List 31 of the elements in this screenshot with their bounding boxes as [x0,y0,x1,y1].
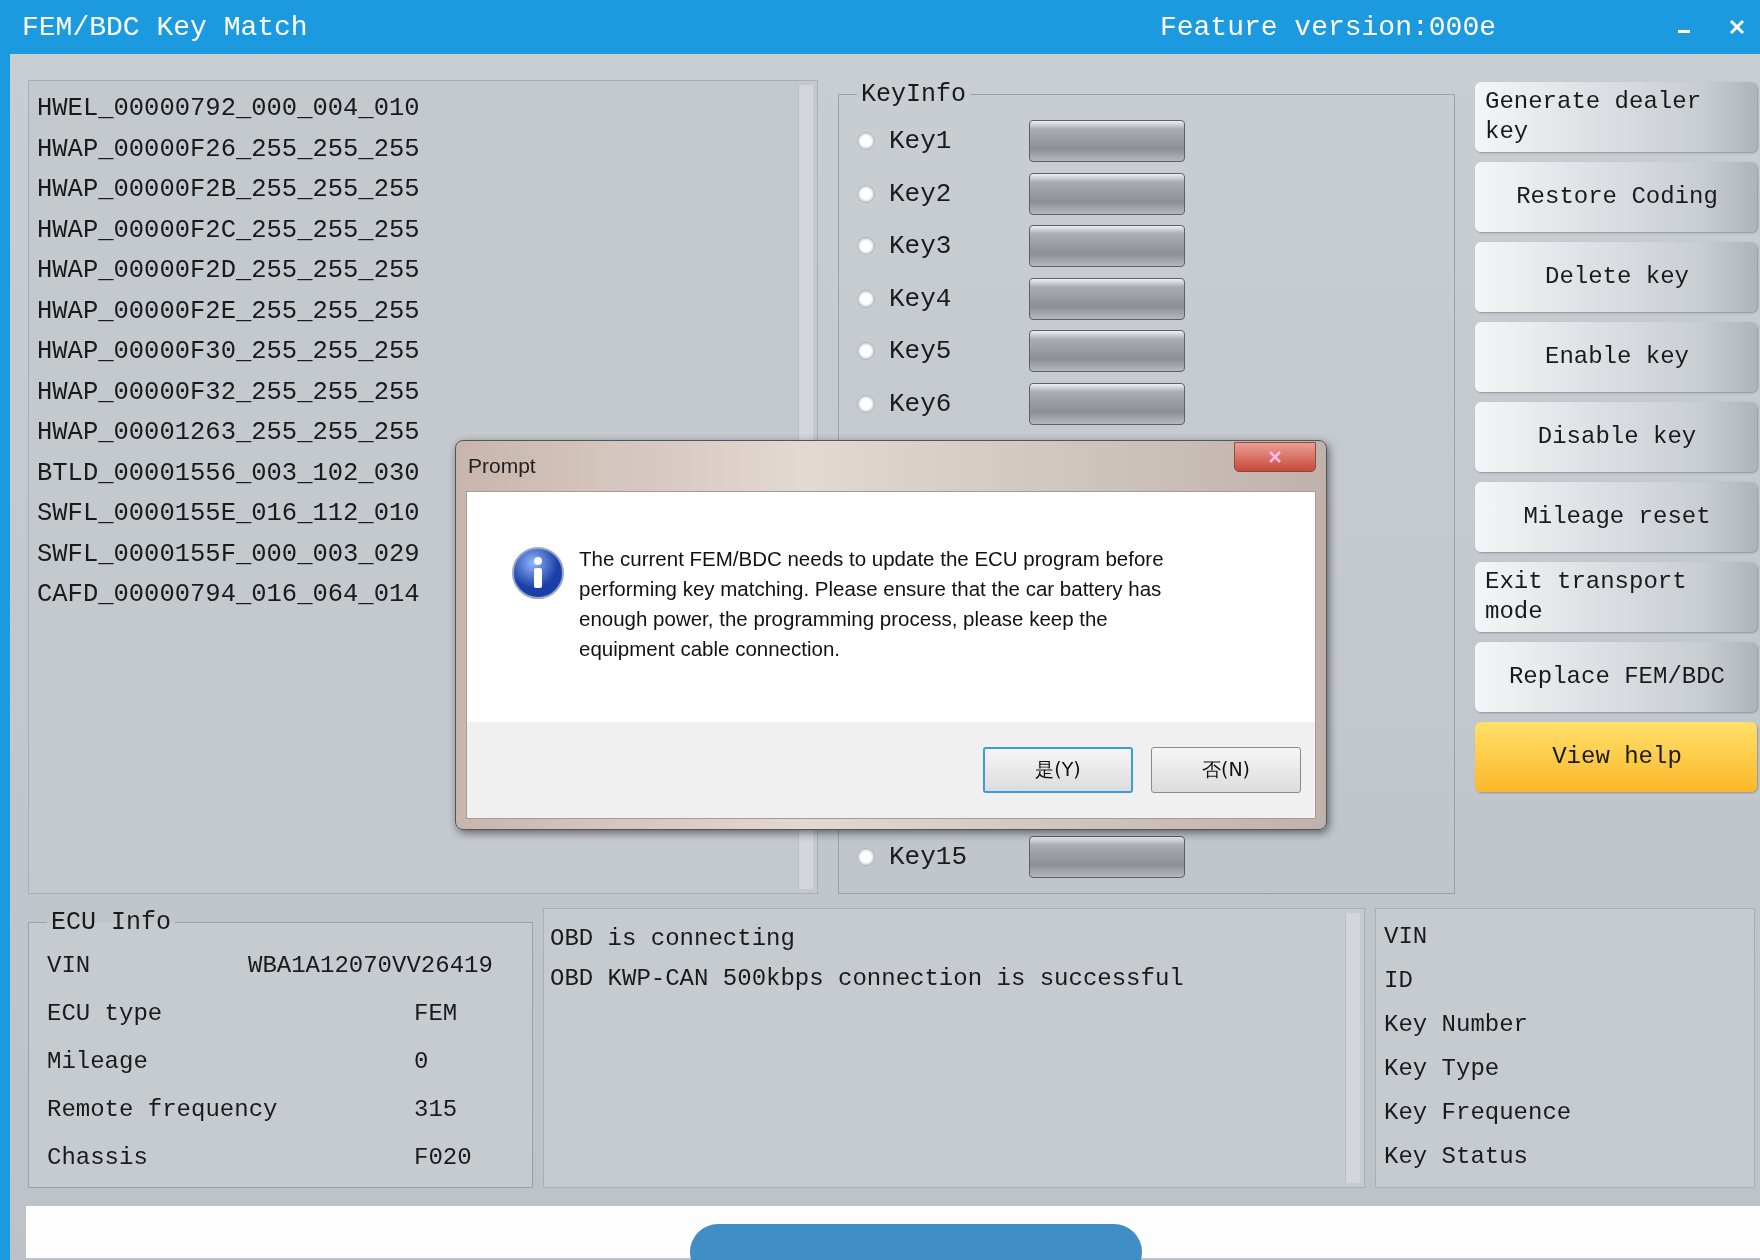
info-label: Mileage [47,1047,148,1075]
info-label: Chassis [47,1143,148,1171]
group-title: ECU Info [50,908,173,937]
log-line: OBD KWP-CAN 500kbps connection is successful [550,964,1185,994]
info-value: 0 [414,1047,430,1075]
info-label: ECU type [47,999,163,1027]
info-value: 315 [414,1095,459,1123]
detail-label: Key Number [1384,1010,1530,1040]
detail-label: Key Status [1384,1142,1530,1172]
info-value: FEM [414,999,459,1027]
log-line: OBD is connecting [550,924,796,954]
info-value: F020 [414,1143,473,1171]
key-label: Key15 [889,841,968,872]
info-value: WBA1A12070VV26419 [248,951,494,979]
key-label: Key4 [889,283,953,314]
feature-version: Feature version:000e [1159,11,1496,43]
dialog-message: The current FEM/BDC needs to update the ECU program before performing key matching. Please ensure that the car battery has enough power, the programming process, please keep the equipment cable connection. [579,546,1165,662]
detail-label: VIN [1384,922,1429,952]
dialog-title: Prompt [467,454,536,478]
detail-label: Key Type [1384,1054,1501,1084]
window-title: FEM/BDC Key Match [22,11,309,43]
key-label: Key2 [889,178,953,209]
detail-label: ID [1384,966,1414,996]
key-label: Key1 [889,126,953,157]
detail-label: Key Frequence [1384,1098,1573,1128]
key-label: Key5 [889,336,953,367]
group-title: KeyInfo [860,80,968,109]
info-label: Remote frequency [47,1095,278,1123]
key-label: Key6 [889,388,953,419]
info-label: VIN [47,951,91,979]
key-label: Key3 [889,231,953,262]
